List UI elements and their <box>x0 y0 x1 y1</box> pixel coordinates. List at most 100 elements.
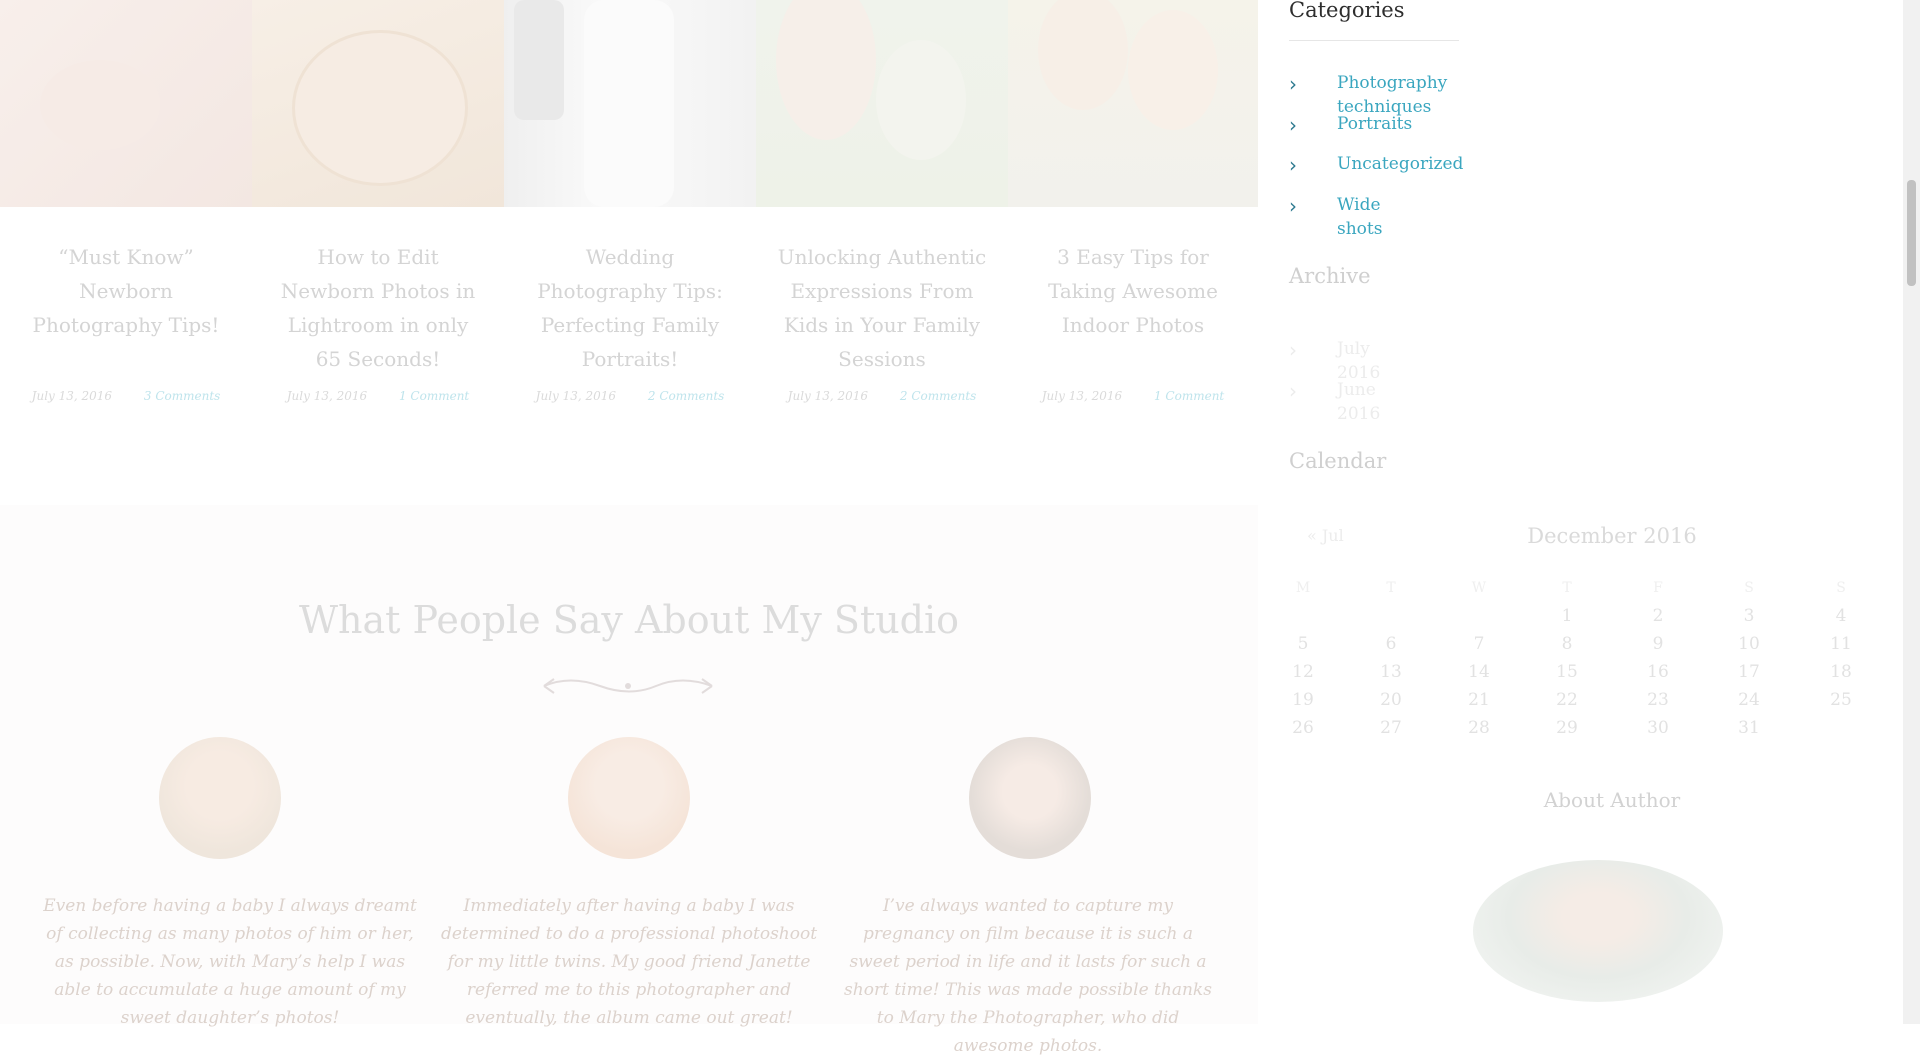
author-photo <box>1473 860 1723 1002</box>
post-thumbnail[interactable] <box>504 0 756 207</box>
post-title[interactable]: How to Edit Newborn Photos in Lightroom … <box>272 240 484 376</box>
calendar-week-row: 12 13 14 15 16 17 18 <box>1289 660 1889 688</box>
post-meta: July 13, 2016 2 Comments <box>504 389 756 403</box>
calendar-weekday: S <box>1836 580 1846 596</box>
post-thumbnail[interactable] <box>1008 0 1258 207</box>
chevron-right-icon: › <box>1289 193 1297 218</box>
post-comments-link[interactable]: 1 Comment <box>1154 389 1224 403</box>
chevron-right-icon: › <box>1289 112 1297 137</box>
calendar-day: 22 <box>1556 690 1578 710</box>
calendar-week-row: 26 27 28 29 30 31 <box>1289 716 1889 744</box>
avatar <box>159 737 281 859</box>
category-link[interactable]: Portraits <box>1337 112 1412 136</box>
calendar-weekday: M <box>1295 580 1311 596</box>
calendar-day: 19 <box>1292 690 1314 710</box>
post-comments-link[interactable]: 1 Comment <box>399 389 469 403</box>
chevron-right-icon: › <box>1289 72 1297 96</box>
calendar-day: 24 <box>1738 690 1760 710</box>
post-date: July 13, 2016 <box>1041 389 1123 403</box>
calendar-day: 13 <box>1380 662 1402 682</box>
category-link[interactable]: Uncategorized <box>1337 152 1463 176</box>
calendar-week-row: 19 20 21 22 23 24 25 <box>1289 688 1889 716</box>
calendar-day: 11 <box>1830 634 1852 654</box>
calendar-day: 6 <box>1385 634 1397 654</box>
post-comments-link[interactable]: 2 Comments <box>900 389 976 403</box>
categories-title: Categories <box>1289 0 1405 22</box>
calendar-day: 12 <box>1292 662 1314 682</box>
calendar-weekday: T <box>1386 580 1396 596</box>
title-underline <box>1289 40 1459 41</box>
calendar-day: 4 <box>1835 606 1847 626</box>
chevron-right-icon: › <box>1289 153 1297 177</box>
recent-posts: “Must Know” Newborn Photography Tips! Ju… <box>0 0 1258 500</box>
scrollbar-thumb[interactable] <box>1907 180 1916 286</box>
sidebar: Categories › Photography techniques › Port… <box>1258 0 1900 1024</box>
calendar-day: 21 <box>1468 690 1490 710</box>
calendar-day: 3 <box>1743 606 1755 626</box>
calendar-caption: December 2016 <box>1527 524 1697 548</box>
archive-link[interactable]: June 2016 <box>1337 378 1380 426</box>
chevron-right-icon: › <box>1289 378 1297 403</box>
post-title[interactable]: “Must Know” Newborn Photography Tips! <box>20 240 232 342</box>
testimonials-section: What People Say About My Studio Even bef… <box>0 505 1258 1056</box>
calendar-prev-link[interactable]: « Jul <box>1307 526 1344 545</box>
post-meta: July 13, 2016 3 Comments <box>0 389 252 403</box>
calendar-day: 26 <box>1292 718 1314 738</box>
calendar-grid: M T W T F S S 1 2 3 4 5 6 7 8 9 10 11 12 13 14 15 16 17 18 19 20 21… <box>1289 576 1889 744</box>
calendar-day: 31 <box>1738 718 1760 738</box>
post-title[interactable]: 3 Easy Tips for Taking Awesome Indoor Ph… <box>1028 240 1238 342</box>
calendar-weekday: W <box>1471 580 1487 596</box>
calendar-day: 1 <box>1561 606 1573 626</box>
calendar-day: 25 <box>1830 690 1852 710</box>
post-title[interactable]: Wedding Photography Tips: Perfecting Fam… <box>524 240 736 376</box>
calendar-title: Calendar <box>1289 449 1387 473</box>
scrollbar[interactable] <box>1903 0 1920 1024</box>
calendar-day: 28 <box>1468 718 1490 738</box>
calendar-weekday: T <box>1562 580 1572 596</box>
category-link[interactable]: Wide shots <box>1337 193 1382 241</box>
calendar-day: 15 <box>1556 662 1578 682</box>
post-meta: July 13, 2016 1 Comment <box>1008 389 1258 403</box>
calendar-day: 14 <box>1468 662 1490 682</box>
post-title[interactable]: Unlocking Authentic Expressions From Kid… <box>776 240 988 376</box>
calendar-day: 20 <box>1380 690 1402 710</box>
post-thumbnail[interactable] <box>252 0 504 207</box>
calendar-day: 23 <box>1647 690 1669 710</box>
post-card: Wedding Photography Tips: Perfecting Fam… <box>504 0 756 440</box>
post-date: July 13, 2016 <box>787 389 869 403</box>
post-meta: July 13, 2016 2 Comments <box>756 389 1008 403</box>
archive-title: Archive <box>1289 264 1371 288</box>
section-heading: What People Say About My Studio <box>298 598 960 642</box>
about-author-title: About Author <box>1543 788 1681 812</box>
chevron-right-icon: › <box>1289 338 1297 362</box>
calendar-week-row: 5 6 7 8 9 10 11 <box>1289 632 1889 660</box>
ornament-divider-icon <box>543 678 713 694</box>
post-card: Unlocking Authentic Expressions From Kid… <box>756 0 1008 440</box>
calendar-day: 9 <box>1652 634 1664 654</box>
calendar-day: 10 <box>1738 634 1760 654</box>
calendar-week-row: 1 2 3 4 <box>1289 604 1889 632</box>
calendar-weekday: S <box>1744 580 1754 596</box>
post-date: July 13, 2016 <box>31 389 113 403</box>
calendar-day: 29 <box>1556 718 1578 738</box>
calendar-day: 8 <box>1561 634 1573 654</box>
post-thumbnail[interactable] <box>756 0 1008 207</box>
calendar-day: 17 <box>1738 662 1760 682</box>
post-date: July 13, 2016 <box>535 389 617 403</box>
calendar-day: 5 <box>1297 634 1309 654</box>
calendar-day: 7 <box>1473 634 1485 654</box>
testimonial-quote: Immediately after having a baby I was de… <box>440 896 818 1028</box>
post-thumbnail[interactable] <box>0 0 252 207</box>
post-card: How to Edit Newborn Photos in Lightroom … <box>252 0 504 440</box>
post-date: July 13, 2016 <box>286 389 368 403</box>
post-meta: July 13, 2016 1 Comment <box>252 389 504 403</box>
post-card: 3 Easy Tips for Taking Awesome Indoor Ph… <box>1008 0 1258 440</box>
post-comments-link[interactable]: 2 Comments <box>648 389 724 403</box>
calendar-weekday-row: MTWTFSS <box>1289 576 1889 604</box>
calendar-day: 27 <box>1380 718 1402 738</box>
avatar <box>969 737 1091 859</box>
calendar-day: 30 <box>1647 718 1669 738</box>
post-comments-link[interactable]: 3 Comments <box>144 389 220 403</box>
calendar-day: 18 <box>1830 662 1852 682</box>
calendar-weekday: F <box>1653 580 1663 596</box>
